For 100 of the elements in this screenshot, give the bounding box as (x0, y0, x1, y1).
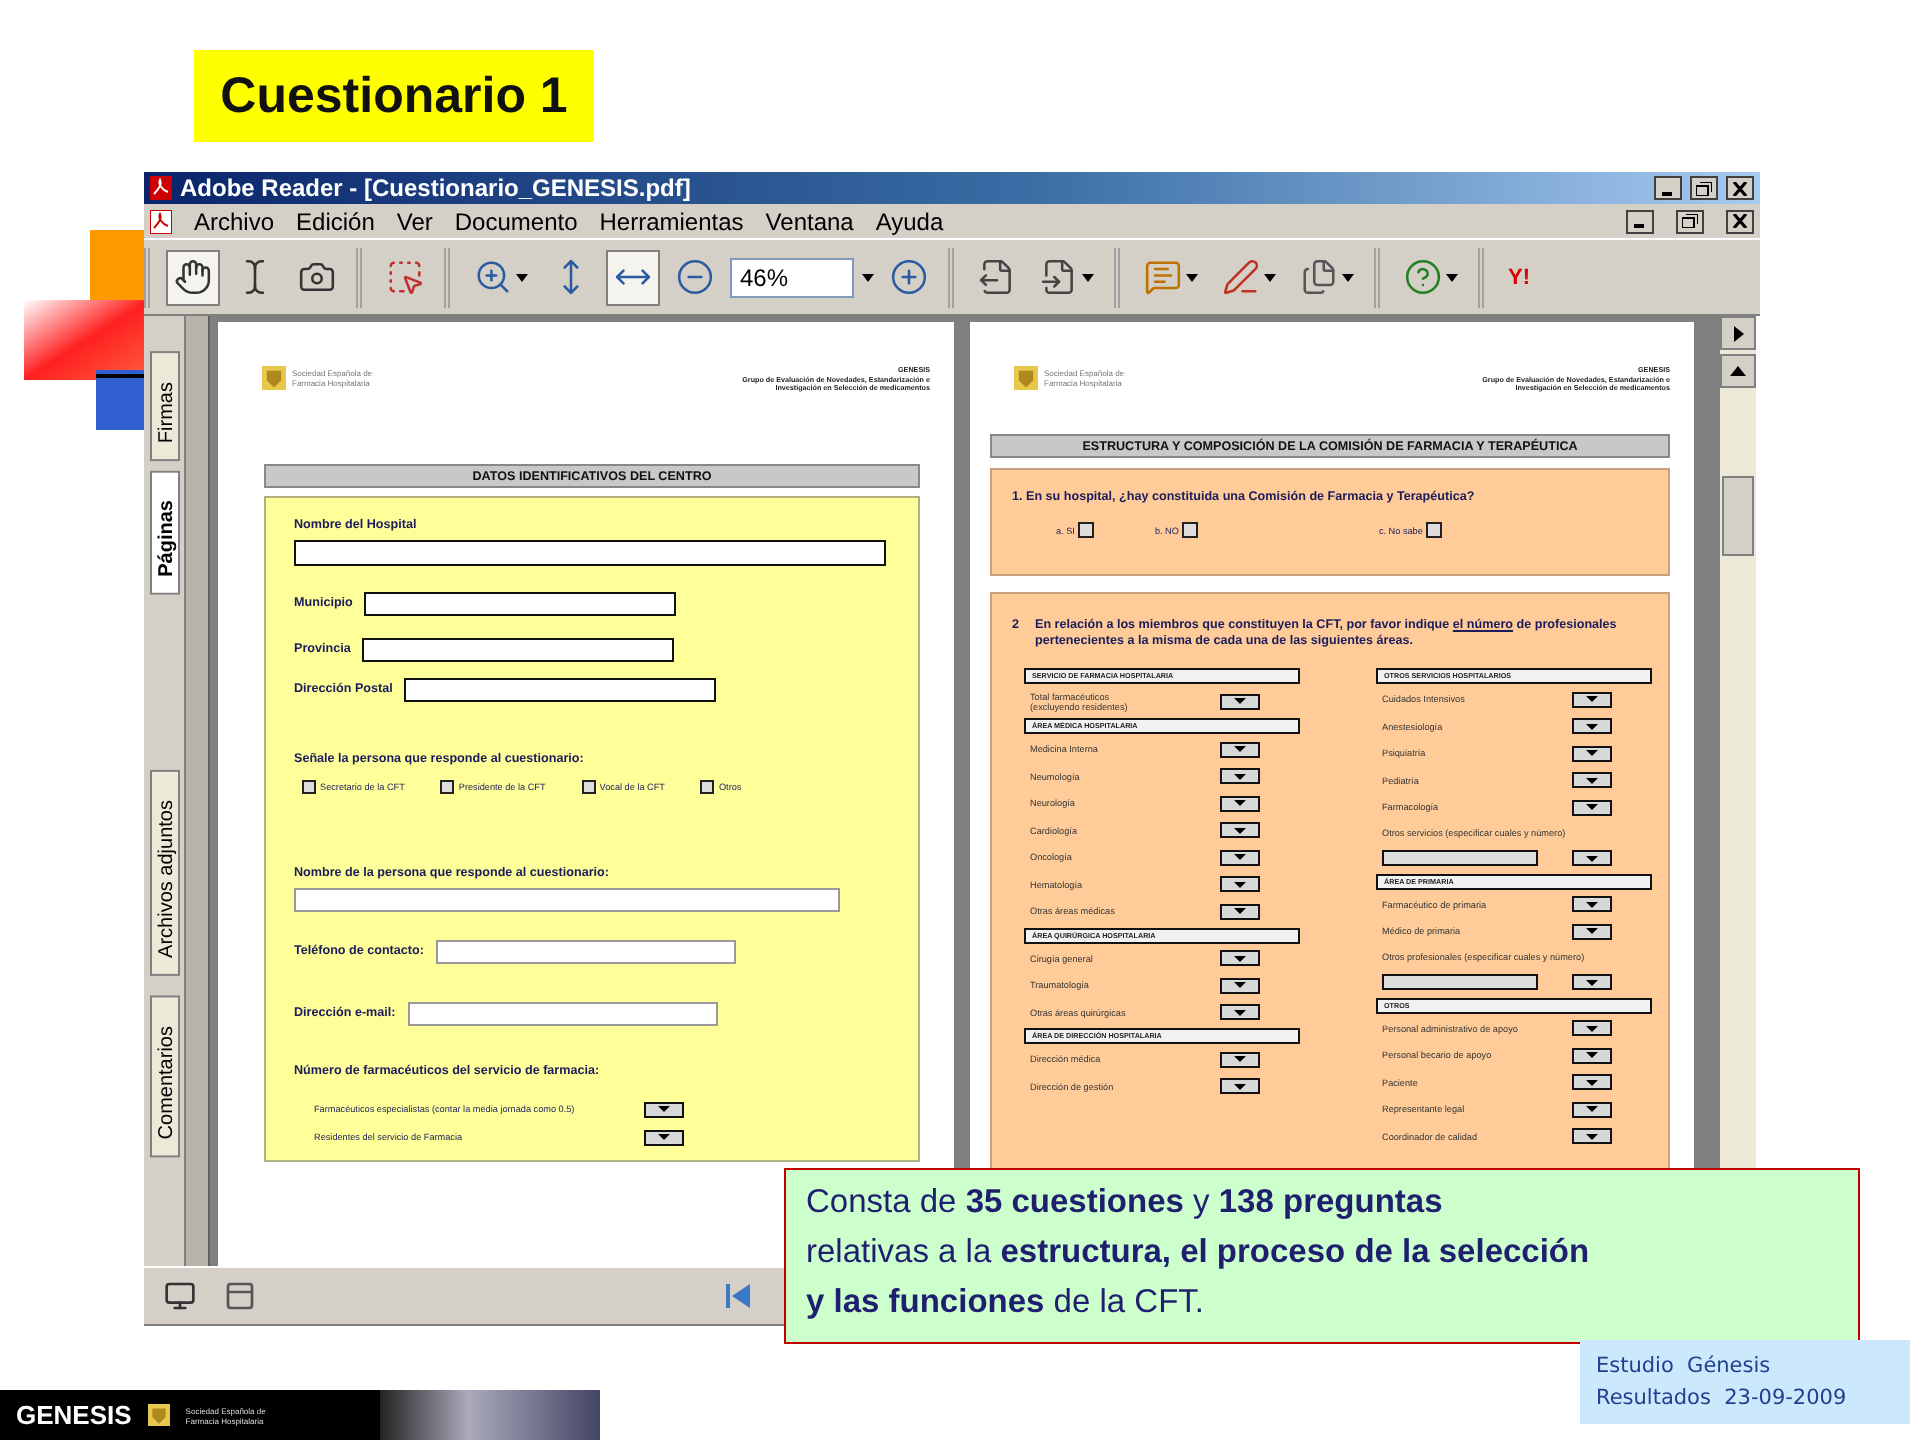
restore-icon (1696, 181, 1712, 195)
select-field[interactable] (1220, 1078, 1260, 1095)
restore-icon (1682, 214, 1698, 228)
select-field[interactable] (1572, 691, 1612, 708)
select-field[interactable] (1220, 768, 1260, 785)
text-field[interactable] (1382, 974, 1538, 990)
select-field[interactable] (1220, 977, 1260, 994)
scrollbar-thumb[interactable] (1722, 476, 1754, 556)
text-field[interactable] (364, 592, 677, 616)
select-field[interactable] (1572, 1101, 1612, 1118)
toolbar-button[interactable] (166, 249, 220, 305)
select-field[interactable] (1220, 741, 1260, 758)
page-icon (978, 258, 1016, 296)
help-icon (1404, 258, 1442, 296)
caret-icon (1586, 723, 1598, 730)
select-field[interactable] (1572, 1074, 1612, 1091)
select-field[interactable] (1572, 923, 1612, 940)
select-field[interactable] (1220, 822, 1260, 839)
caret-icon (1234, 1056, 1246, 1063)
close-button[interactable] (1726, 209, 1754, 233)
page-icon (1040, 258, 1078, 296)
restore-button[interactable] (1676, 209, 1704, 233)
select-field[interactable] (644, 1101, 684, 1117)
triangle-icon (1733, 325, 1743, 341)
select-field[interactable] (1572, 799, 1612, 816)
monitor-icon[interactable] (164, 1280, 196, 1312)
minimize-button[interactable] (1654, 176, 1682, 200)
caret-icon (1234, 1083, 1246, 1090)
select-field[interactable] (1572, 745, 1612, 762)
checkbox[interactable] (1078, 522, 1095, 538)
menu-item[interactable]: Documento (454, 207, 578, 235)
select-field[interactable] (1572, 896, 1612, 913)
select-field[interactable] (1220, 876, 1260, 893)
menu-item[interactable]: Herramientas (599, 207, 744, 235)
select-field[interactable] (1220, 693, 1260, 709)
pen-icon (1222, 258, 1260, 296)
select-field[interactable] (1572, 1020, 1612, 1037)
caret-icon (1586, 750, 1598, 757)
side-tab[interactable]: Archivos adjuntos (149, 769, 179, 976)
panel-icon[interactable] (224, 1280, 256, 1312)
text-field[interactable] (362, 638, 675, 662)
checkbox[interactable] (440, 780, 455, 794)
select-field[interactable] (1572, 1128, 1612, 1145)
select-field[interactable] (1572, 850, 1612, 866)
select-field[interactable] (1220, 950, 1260, 967)
emblem-icon (1014, 366, 1038, 390)
menu-item[interactable]: Ver (396, 207, 433, 235)
select-field[interactable] (1220, 1051, 1260, 1068)
first-page-icon[interactable] (722, 1280, 754, 1312)
checkbox[interactable] (581, 780, 596, 794)
text-field[interactable] (294, 540, 886, 566)
camera-icon (298, 258, 336, 296)
text-field[interactable] (1382, 850, 1538, 866)
scroll-button[interactable] (1720, 316, 1756, 350)
select-field[interactable] (1220, 903, 1260, 920)
zoom-in-icon (890, 258, 928, 296)
caret-icon (1186, 273, 1198, 281)
select-field[interactable] (1220, 795, 1260, 812)
text-field[interactable] (404, 678, 717, 702)
menu-item[interactable]: Ventana (765, 207, 854, 235)
close-icon (1732, 181, 1748, 195)
caret-icon (658, 1106, 670, 1112)
menu-item[interactable]: Ayuda (875, 207, 944, 235)
scroll-up-button[interactable] (1720, 354, 1756, 388)
caret-icon (1234, 773, 1246, 780)
select-field[interactable] (1572, 718, 1612, 735)
checkbox[interactable] (1426, 522, 1443, 538)
side-tab[interactable]: Comentarios (149, 995, 179, 1158)
slide-title: Cuestionario 1 (194, 50, 594, 142)
side-tab[interactable]: Páginas (149, 469, 179, 594)
caret-icon (658, 1134, 670, 1140)
caret-icon (1586, 1079, 1598, 1086)
restore-button[interactable] (1690, 176, 1718, 200)
select-field[interactable] (1572, 974, 1612, 990)
checkbox[interactable] (302, 780, 316, 794)
text-field[interactable] (407, 1002, 718, 1026)
caret-icon (1586, 979, 1598, 985)
menu-item[interactable]: Edición (296, 207, 375, 235)
caret-icon (1234, 854, 1246, 861)
menu-item[interactable]: Archivo (194, 207, 275, 235)
checkbox[interactable] (700, 780, 715, 794)
select-field[interactable] (644, 1129, 684, 1145)
caret-icon (1586, 1052, 1598, 1059)
side-tab[interactable]: Firmas (149, 352, 179, 462)
zoom-field[interactable]: 46% (730, 257, 854, 297)
minimize-button[interactable] (1626, 209, 1654, 233)
caret-icon (1234, 881, 1246, 888)
emblem-icon (262, 366, 286, 390)
select-field[interactable] (1572, 772, 1612, 789)
select-field[interactable] (1220, 849, 1260, 866)
close-button[interactable] (1726, 176, 1754, 200)
caret-icon (862, 273, 874, 281)
caret-icon (1082, 273, 1094, 281)
text-field[interactable] (435, 940, 736, 964)
select-field[interactable] (1572, 1047, 1612, 1064)
caret-icon (1342, 273, 1354, 281)
select-field[interactable] (1220, 1004, 1260, 1021)
text-field[interactable] (294, 888, 840, 912)
toolbar-button[interactable] (606, 249, 660, 305)
checkbox[interactable] (1182, 522, 1199, 538)
